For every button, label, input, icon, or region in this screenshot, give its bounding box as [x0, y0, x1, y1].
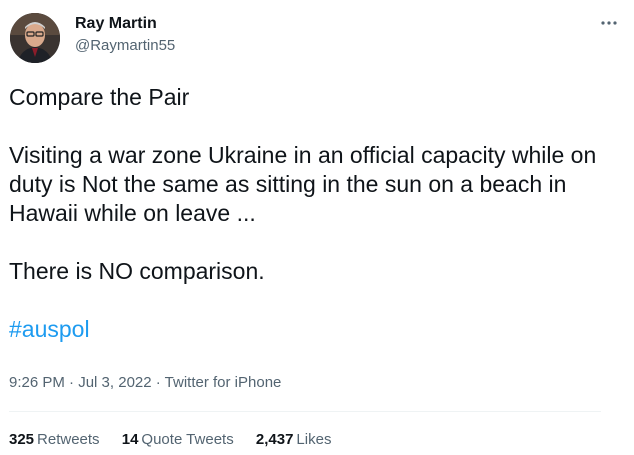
tweet-date[interactable]: Jul 3, 2022: [78, 374, 151, 391]
retweets-count: 325: [9, 431, 35, 448]
avatar-image: [10, 13, 60, 63]
tweet-line-conclusion: There is NO comparison.: [9, 258, 265, 284]
meta-separator: ·: [64, 374, 79, 391]
likes-stat[interactable]: 2,437 Likes: [256, 430, 332, 450]
likes-count: 2,437: [255, 431, 294, 448]
quote-tweets-label: Quote Tweets: [141, 431, 234, 448]
tweet-source[interactable]: Twitter for iPhone: [165, 374, 282, 391]
tweet-line-body: Visiting a war zone Ukraine in an offici…: [9, 142, 597, 226]
tweet-card: Ray Martin @Raymartin55 Compare the Pair…: [0, 0, 634, 455]
tweet-stats: 325 Retweets 14 Quote Tweets 2,437 Likes: [9, 430, 349, 450]
tweet-time[interactable]: 9:26 PM: [9, 374, 65, 391]
hashtag-link[interactable]: #auspol: [9, 316, 90, 342]
quote-tweets-count: 14: [121, 431, 139, 448]
tweet-meta: 9:26 PM · Jul 3, 2022 · Twitter for iPho…: [9, 373, 281, 393]
more-horizontal-icon: [601, 21, 617, 25]
tweet-text: Compare the Pair Visiting a war zone Ukr…: [9, 83, 624, 344]
meta-separator: ·: [151, 374, 165, 391]
author-display-name[interactable]: Ray Martin: [75, 14, 175, 34]
divider: [9, 411, 601, 412]
retweets-label: Retweets: [37, 431, 100, 448]
retweets-stat[interactable]: 325 Retweets: [9, 430, 100, 450]
tweet-line-title: Compare the Pair: [9, 84, 190, 110]
author-handle[interactable]: @Raymartin55: [75, 36, 175, 56]
likes-label: Likes: [296, 431, 332, 448]
more-options-button[interactable]: [598, 12, 620, 34]
quote-tweets-stat[interactable]: 14 Quote Tweets: [122, 430, 234, 450]
avatar[interactable]: [10, 13, 60, 63]
author-block: Ray Martin @Raymartin55: [75, 14, 175, 56]
